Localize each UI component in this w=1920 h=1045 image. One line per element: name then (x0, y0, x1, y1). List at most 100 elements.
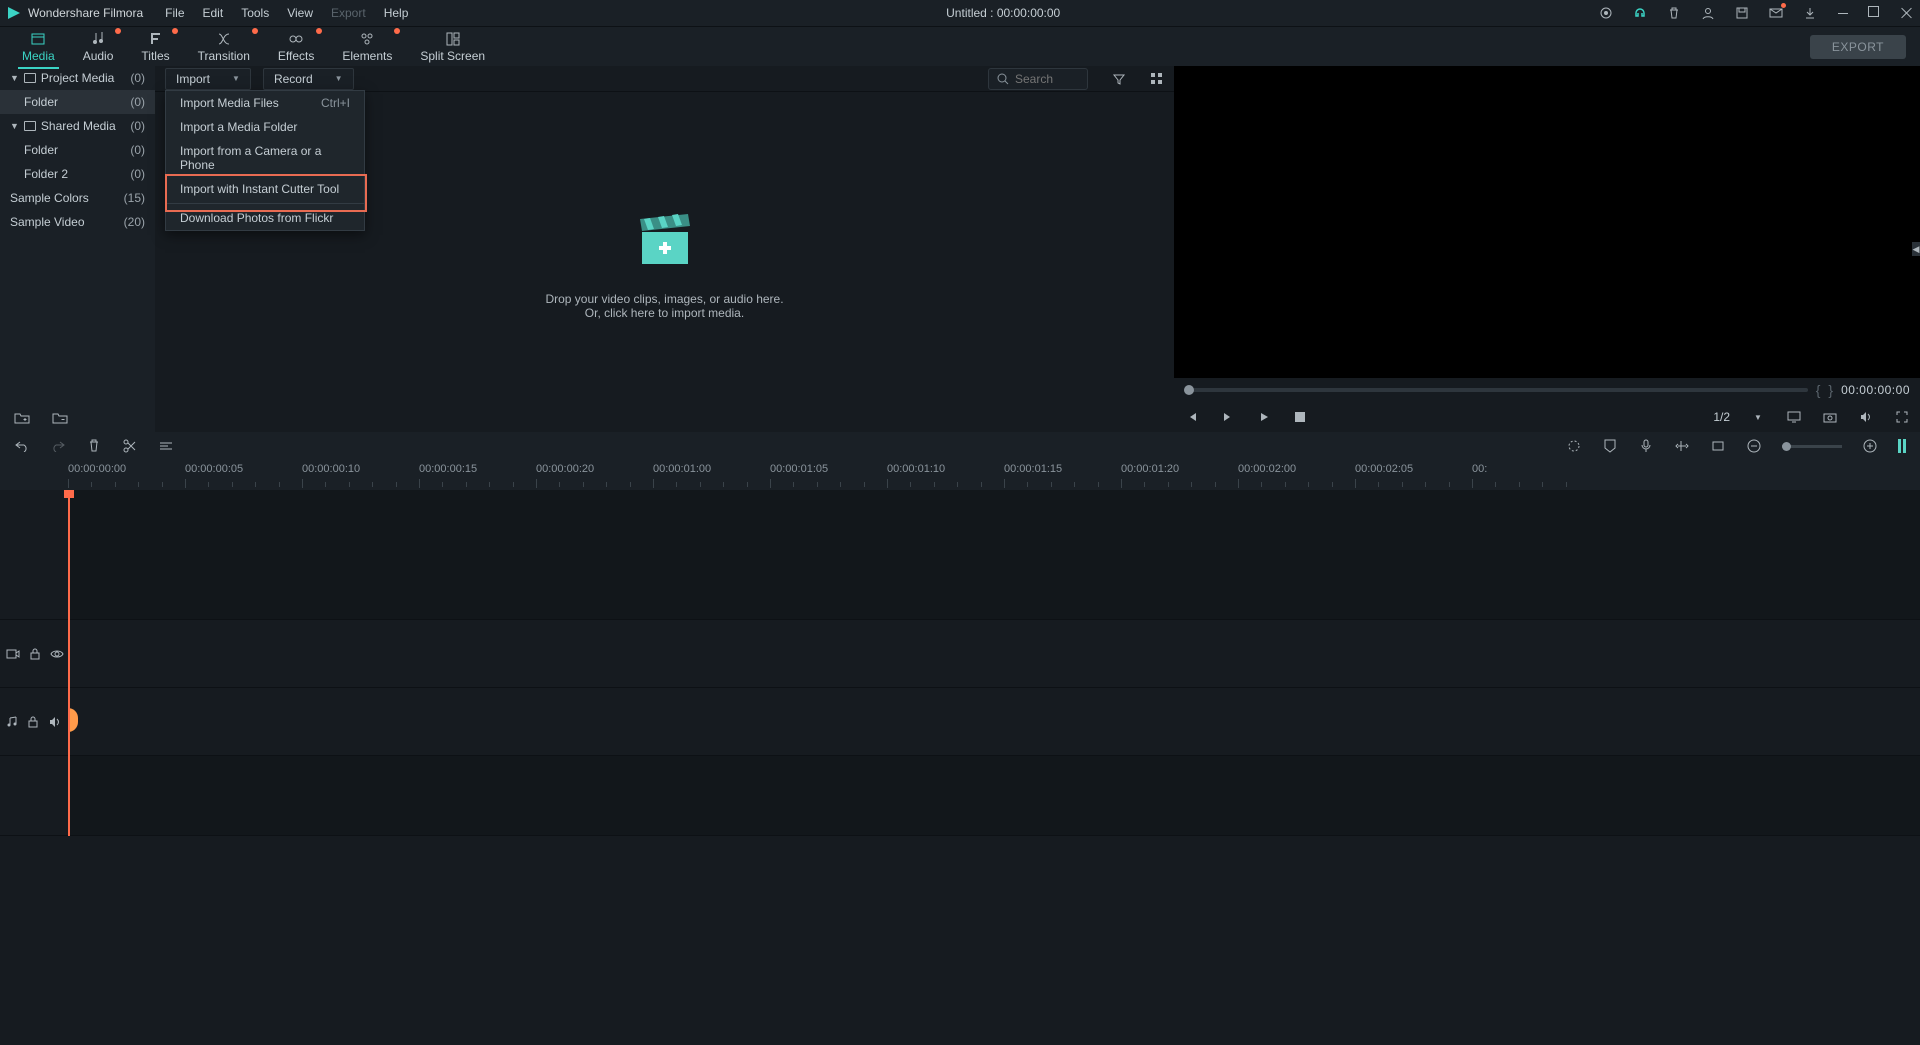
ruler-tick: 00:00:00:10 (302, 463, 360, 475)
timeline-toolbar (0, 432, 1920, 460)
trash-icon[interactable] (1666, 5, 1682, 21)
ruler-tick: 00: (1472, 463, 1487, 475)
ruler-tick: 00:00:00:05 (185, 463, 243, 475)
track-row[interactable] (0, 756, 1920, 836)
sidebar-item-shared-media[interactable]: ▼Shared Media(0) (0, 114, 155, 138)
lock-icon[interactable] (28, 716, 38, 728)
volume-icon[interactable] (1858, 409, 1874, 425)
support-icon[interactable] (1632, 5, 1648, 21)
snapshot-icon[interactable] (1822, 409, 1838, 425)
account-icon[interactable] (1700, 5, 1716, 21)
import-menu-item[interactable]: Import from a Camera or a Phone (166, 139, 364, 177)
tab-titles[interactable]: Titles (127, 29, 183, 65)
mark-out-icon[interactable]: } (1828, 382, 1833, 398)
zoom-slider[interactable] (1782, 445, 1842, 448)
message-icon[interactable] (1768, 5, 1784, 21)
delete-icon[interactable] (86, 438, 102, 454)
search-box[interactable] (988, 68, 1088, 90)
menu-export[interactable]: Export (331, 6, 366, 20)
zoom-out-icon[interactable] (1746, 438, 1762, 454)
menu-edit[interactable]: Edit (203, 6, 224, 20)
mark-in-icon[interactable]: { (1816, 382, 1821, 398)
marker-shield-icon[interactable] (1602, 438, 1618, 454)
render-icon[interactable] (1566, 438, 1582, 454)
save-icon[interactable] (1734, 5, 1750, 21)
clapperboard-icon (630, 204, 700, 274)
visibility-icon[interactable] (50, 649, 64, 659)
new-folder-icon[interactable] (14, 411, 30, 424)
sidebar-item-sample-video[interactable]: Sample Video(20) (0, 210, 155, 234)
fullscreen-icon[interactable] (1894, 409, 1910, 425)
ruler-tick: 00:00:02:05 (1355, 463, 1413, 475)
delete-folder-icon[interactable] (52, 411, 68, 424)
titlebar-actions (1598, 5, 1914, 21)
preview-viewport[interactable] (1174, 66, 1920, 378)
preview-ratio[interactable]: 1/2 (1713, 410, 1730, 424)
lock-icon[interactable] (30, 648, 40, 660)
stop-icon[interactable] (1292, 409, 1308, 425)
import-menu-item[interactable]: Import Media FilesCtrl+I (166, 91, 364, 115)
app-logo-icon (6, 5, 22, 21)
tab-media[interactable]: Media (8, 29, 69, 65)
sidebar-item-folder[interactable]: Folder(0) (0, 138, 155, 162)
window-maximize-button[interactable] (1868, 6, 1882, 20)
voiceover-icon[interactable] (1638, 438, 1654, 454)
drop-text-line1: Drop your video clips, images, or audio … (545, 292, 783, 306)
edit-tools-icon[interactable] (158, 438, 174, 454)
preview-scrubber[interactable] (1184, 388, 1808, 392)
crop-icon[interactable] (1710, 438, 1726, 454)
audio-track-row[interactable] (0, 688, 1920, 756)
window-minimize-button[interactable] (1836, 6, 1850, 20)
audio-mix-icon[interactable] (1674, 438, 1690, 454)
sidebar-item-sample-colors[interactable]: Sample Colors(15) (0, 186, 155, 210)
tab-audio[interactable]: Audio (69, 29, 128, 65)
track-row[interactable] (0, 490, 1920, 620)
split-icon[interactable] (122, 438, 138, 454)
import-menu-item[interactable]: Import with Instant Cutter Tool (166, 177, 364, 201)
record-dropdown[interactable]: Record▼ (263, 68, 354, 90)
next-frame-icon[interactable] (1220, 409, 1236, 425)
zoom-fit-icon[interactable] (1898, 439, 1906, 453)
sidebar-collapse-button[interactable]: ◀ (1912, 242, 1920, 256)
timeline-ruler[interactable]: 00:00:00:0000:00:00:0500:00:00:1000:00:0… (0, 460, 1920, 490)
tab-split-screen[interactable]: Split Screen (406, 29, 499, 65)
ruler-tick: 00:00:02:00 (1238, 463, 1296, 475)
sidebar-item-folder-2[interactable]: Folder 2(0) (0, 162, 155, 186)
sidebar-item-folder[interactable]: Folder(0) (0, 90, 155, 114)
video-track-row[interactable] (0, 620, 1920, 688)
sidebar-item-project-media[interactable]: ▼Project Media(0) (0, 66, 155, 90)
display-icon[interactable] (1786, 409, 1802, 425)
video-track-icon (6, 649, 20, 659)
menu-tools[interactable]: Tools (241, 6, 269, 20)
settings-icon[interactable] (1598, 5, 1614, 21)
import-menu-item[interactable]: Download Photos from Flickr (166, 206, 364, 230)
download-icon[interactable] (1802, 5, 1818, 21)
sidebar-footer (0, 402, 155, 432)
export-button[interactable]: EXPORT (1810, 35, 1906, 59)
tab-transition[interactable]: Transition (184, 29, 264, 65)
import-dropdown[interactable]: Import▼ (165, 68, 251, 90)
menu-view[interactable]: View (287, 6, 313, 20)
playhead[interactable] (68, 490, 70, 836)
undo-icon[interactable] (14, 438, 30, 454)
filter-icon[interactable] (1112, 72, 1126, 86)
menu-file[interactable]: File (165, 6, 184, 20)
prev-frame-icon[interactable] (1184, 409, 1200, 425)
zoom-in-icon[interactable] (1862, 438, 1878, 454)
tab-effects[interactable]: Effects (264, 29, 328, 65)
module-toolbar: MediaAudioTitlesTransitionEffectsElement… (0, 26, 1920, 66)
search-input[interactable] (1015, 72, 1075, 86)
import-dropdown-label: Import (176, 72, 210, 86)
tab-elements[interactable]: Elements (328, 29, 406, 65)
menu-help[interactable]: Help (384, 6, 409, 20)
ratio-chevron-down-icon[interactable]: ▼ (1750, 409, 1766, 425)
window-close-button[interactable] (1900, 6, 1914, 20)
grid-view-icon[interactable] (1150, 72, 1164, 86)
play-icon[interactable] (1256, 409, 1272, 425)
mute-icon[interactable] (48, 716, 62, 728)
ruler-tick: 00:00:00:20 (536, 463, 594, 475)
import-menu-item[interactable]: Import a Media Folder (166, 115, 364, 139)
ruler-tick: 00:00:01:20 (1121, 463, 1179, 475)
ruler-tick: 00:00:00:15 (419, 463, 477, 475)
redo-icon[interactable] (50, 438, 66, 454)
